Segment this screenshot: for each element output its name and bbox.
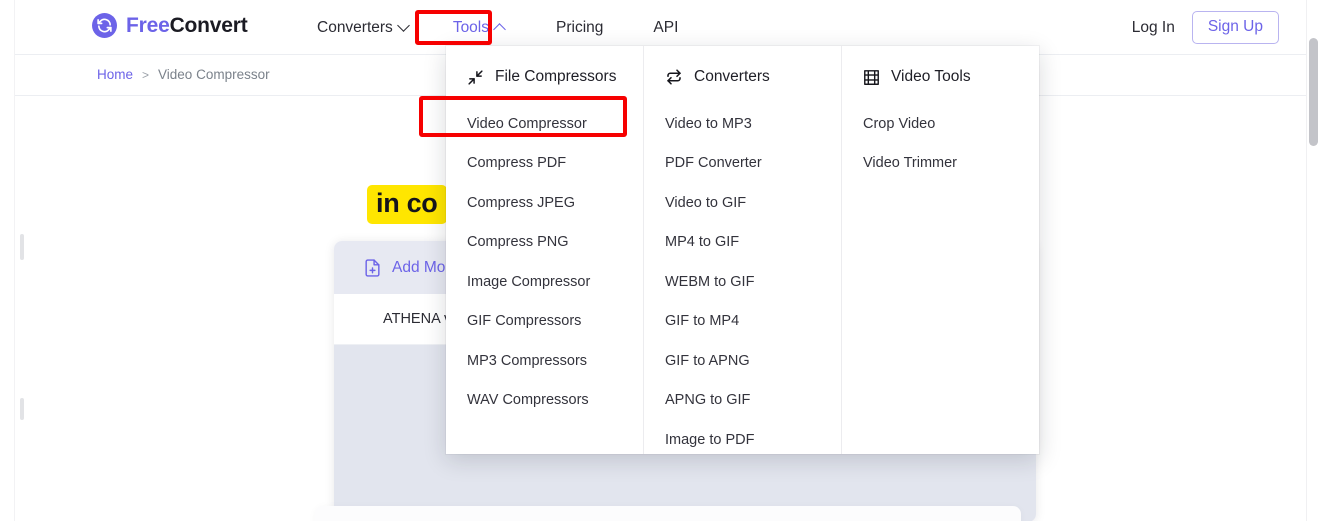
nav-item-tools[interactable]: Tools (439, 12, 518, 44)
swap-arrows-icon (665, 68, 683, 86)
dropdown-column-heading-file-compressors: File Compressors (446, 58, 643, 96)
dropdown-item-image-to-pdf[interactable]: Image to PDF (644, 420, 841, 460)
dropdown-column-converters: Converters Video to MP3 PDF Converter Vi… (643, 46, 841, 454)
dropdown-item-gif-to-apng[interactable]: GIF to APNG (644, 341, 841, 381)
left-edge-marker (20, 234, 24, 260)
dropdown-item-crop-video[interactable]: Crop Video (842, 104, 1039, 144)
dropdown-item-webm-to-gif[interactable]: WEBM to GIF (644, 262, 841, 302)
dropdown-item-wav-compressors[interactable]: WAV Compressors (446, 381, 643, 421)
page-canvas: FreeConvert Converters Tools Pricing API (14, 0, 1307, 521)
dropdown-item-mp4-to-gif[interactable]: MP4 to GIF (644, 223, 841, 263)
dropdown-column-heading-label: Video Tools (891, 68, 971, 85)
header-actions: Log In Sign Up (1132, 0, 1279, 55)
dropdown-item-apng-to-gif[interactable]: APNG to GIF (644, 381, 841, 421)
chevron-up-icon (493, 23, 506, 36)
page-title: in co (367, 185, 447, 224)
site-logo[interactable]: FreeConvert (92, 13, 248, 38)
dropdown-item-compress-jpeg[interactable]: Compress JPEG (446, 183, 643, 223)
dropdown-item-gif-to-mp4[interactable]: GIF to MP4 (644, 302, 841, 342)
dropdown-item-video-compressor[interactable]: Video Compressor (446, 104, 643, 144)
dropdown-item-compress-png[interactable]: Compress PNG (446, 223, 643, 263)
dropdown-item-compress-pdf[interactable]: Compress PDF (446, 144, 643, 184)
dropdown-column-heading-label: File Compressors (495, 68, 617, 85)
nav-item-converters-label: Converters (317, 18, 393, 36)
dropdown-list-converters: Video to MP3 PDF Converter Video to GIF … (644, 96, 841, 460)
dropdown-column-video-tools: Video Tools Crop Video Video Trimmer (841, 46, 1039, 454)
dropdown-column-heading-label: Converters (694, 68, 770, 85)
left-edge-marker (20, 398, 24, 420)
dropdown-item-video-to-mp3[interactable]: Video to MP3 (644, 104, 841, 144)
dropdown-list-file-compressors: Video Compressor Compress PDF Compress J… (446, 96, 643, 420)
nav-item-tools-label: Tools (452, 18, 489, 36)
breadcrumb-current: Video Compressor (158, 67, 270, 82)
dropdown-item-gif-compressors[interactable]: GIF Compressors (446, 302, 643, 342)
breadcrumb-home[interactable]: Home (97, 67, 133, 82)
nav-item-pricing-label: Pricing (556, 18, 604, 36)
dropdown-list-video-tools: Crop Video Video Trimmer (842, 96, 1039, 183)
add-more-label: Add Mor (392, 258, 451, 276)
dropdown-column-file-compressors: File Compressors Video Compressor Compre… (446, 46, 643, 454)
dropdown-column-heading-video-tools: Video Tools (842, 58, 1039, 96)
breadcrumb: Home > Video Compressor (97, 67, 270, 82)
dropdown-item-pdf-converter[interactable]: PDF Converter (644, 144, 841, 184)
login-link[interactable]: Log In (1132, 19, 1175, 37)
logo-wordmark: FreeConvert (126, 14, 248, 38)
nav-item-converters[interactable]: Converters (303, 12, 422, 44)
lower-panel (315, 506, 1021, 521)
tools-dropdown-panel: File Compressors Video Compressor Compre… (446, 46, 1039, 454)
dropdown-column-heading-converters: Converters (644, 58, 841, 96)
chevron-down-icon (396, 19, 410, 32)
file-name: ATHENA v (383, 311, 452, 327)
nav-item-api-label: API (653, 18, 679, 36)
logo-text-free: Free (126, 13, 170, 37)
film-strip-icon (863, 69, 880, 86)
refresh-circle-icon (92, 13, 117, 38)
dropdown-item-video-trimmer[interactable]: Video Trimmer (842, 144, 1039, 184)
browser-viewport: FreeConvert Converters Tools Pricing API (0, 0, 1320, 521)
signup-button[interactable]: Sign Up (1191, 11, 1279, 44)
dropdown-item-video-to-gif[interactable]: Video to GIF (644, 183, 841, 223)
vertical-scrollbar-thumb[interactable] (1309, 38, 1318, 146)
nav-item-api[interactable]: API (639, 12, 692, 44)
nav-item-pricing[interactable]: Pricing (542, 12, 617, 44)
dropdown-item-image-compressor[interactable]: Image Compressor (446, 262, 643, 302)
file-plus-icon (363, 257, 382, 279)
dropdown-item-mp3-compressors[interactable]: MP3 Compressors (446, 341, 643, 381)
breadcrumb-separator: > (142, 67, 150, 82)
compress-arrows-icon (467, 69, 484, 86)
logo-text-convert: Convert (169, 13, 248, 37)
